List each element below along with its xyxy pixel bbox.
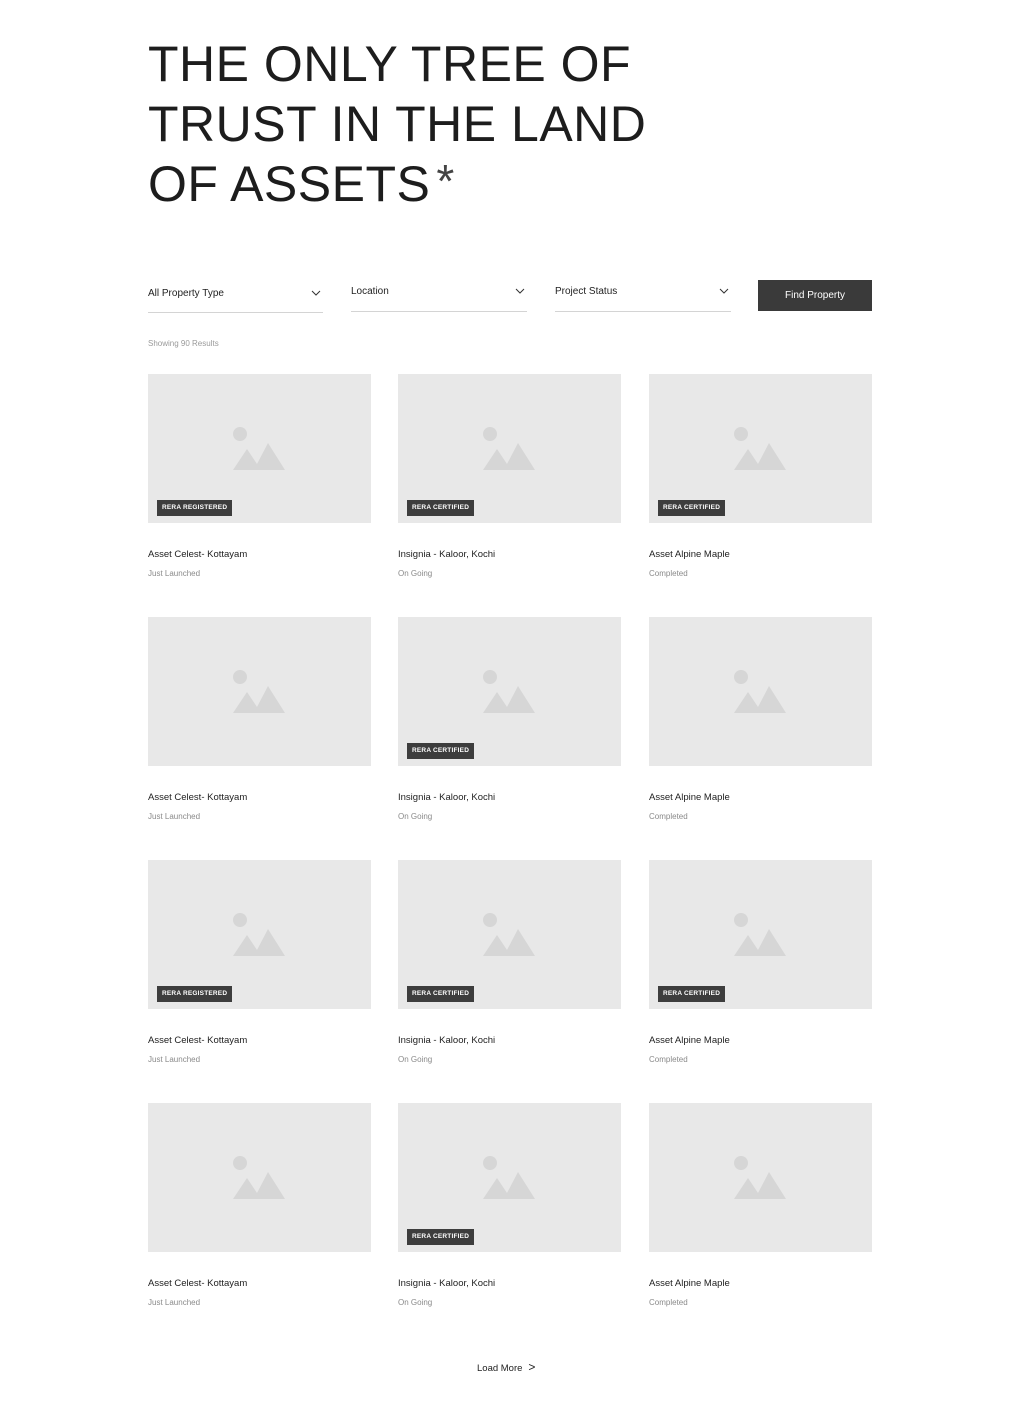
- listing-image-placeholder[interactable]: RERA REGISTERED: [148, 860, 371, 1009]
- load-more-label: Load More: [477, 1363, 523, 1374]
- image-placeholder-icon: [734, 1156, 786, 1199]
- listing-image-placeholder[interactable]: RERA CERTIFIED: [398, 374, 621, 523]
- listing-card[interactable]: RERA CERTIFIED Insignia - Kaloor, Kochi On…: [398, 860, 621, 1064]
- listing-title[interactable]: Insignia - Kaloor, Kochi: [398, 1278, 495, 1289]
- image-placeholder-icon: [734, 427, 786, 470]
- asterisk-icon: *: [436, 155, 455, 207]
- project-status-select[interactable]: Project Status: [555, 280, 731, 312]
- listing-status: On Going: [398, 812, 433, 821]
- project-status-value: Project Status: [555, 286, 618, 297]
- listing-card[interactable]: RERA REGISTERED Asset Celest- Kottayam Jus…: [148, 374, 371, 578]
- rera-badge: RERA CERTIFIED: [658, 986, 726, 1002]
- listing-status: On Going: [398, 1055, 433, 1064]
- image-placeholder-icon: [483, 913, 535, 956]
- listing-status: Completed: [649, 812, 688, 821]
- listing-card[interactable]: Asset Celest- Kottayam Just Launched: [148, 1103, 371, 1307]
- image-placeholder-icon: [233, 1156, 285, 1199]
- listing-image-placeholder[interactable]: RERA CERTIFIED: [649, 860, 872, 1009]
- listing-image-placeholder[interactable]: RERA CERTIFIED: [398, 860, 621, 1009]
- listing-card[interactable]: Asset Alpine Maple Completed: [649, 617, 872, 821]
- listing-image-placeholder[interactable]: [649, 1103, 872, 1252]
- location-select[interactable]: Location: [351, 280, 527, 312]
- listing-status: Completed: [649, 1055, 688, 1064]
- listing-card[interactable]: Asset Alpine Maple Completed: [649, 1103, 872, 1307]
- hero-heading: THE ONLY TREE OF TRUST IN THE LAND OF AS…: [148, 34, 646, 215]
- listing-title[interactable]: Asset Alpine Maple: [649, 549, 730, 560]
- listing-status: On Going: [398, 569, 433, 578]
- chevron-right-icon: >: [528, 1360, 536, 1374]
- listing-image-placeholder[interactable]: [649, 617, 872, 766]
- rera-badge: RERA CERTIFIED: [407, 743, 475, 759]
- property-type-select[interactable]: All Property Type: [148, 280, 323, 313]
- hero-line-3: OF ASSETS *: [148, 154, 646, 215]
- chevron-down-icon: [719, 288, 729, 294]
- listing-image-placeholder[interactable]: [148, 1103, 371, 1252]
- image-placeholder-icon: [233, 670, 285, 713]
- listing-image-placeholder[interactable]: RERA CERTIFIED: [398, 1103, 621, 1252]
- rera-badge: RERA REGISTERED: [157, 986, 233, 1002]
- listing-status: Completed: [649, 569, 688, 578]
- chevron-down-icon: [311, 290, 321, 296]
- find-property-button[interactable]: Find Property: [758, 280, 872, 311]
- listing-title[interactable]: Asset Alpine Maple: [649, 792, 730, 803]
- rera-badge: RERA CERTIFIED: [407, 1229, 475, 1245]
- listing-card[interactable]: RERA CERTIFIED Insignia - Kaloor, Kochi On…: [398, 617, 621, 821]
- hero-line-2: TRUST IN THE LAND: [148, 96, 647, 152]
- listing-title[interactable]: Asset Celest- Kottayam: [148, 1278, 247, 1289]
- listing-card[interactable]: RERA CERTIFIED Asset Alpine Maple Complete…: [649, 374, 872, 578]
- image-placeholder-icon: [734, 913, 786, 956]
- image-placeholder-icon: [483, 670, 535, 713]
- chevron-down-icon: [515, 288, 525, 294]
- listing-image-placeholder[interactable]: [148, 617, 371, 766]
- listing-card[interactable]: RERA CERTIFIED Asset Alpine Maple Complete…: [649, 860, 872, 1064]
- image-placeholder-icon: [483, 427, 535, 470]
- listing-status: On Going: [398, 1298, 433, 1307]
- rera-badge: RERA CERTIFIED: [407, 500, 475, 516]
- location-value: Location: [351, 286, 389, 297]
- listing-title[interactable]: Asset Alpine Maple: [649, 1035, 730, 1046]
- image-placeholder-icon: [233, 427, 285, 470]
- listing-title[interactable]: Insignia - Kaloor, Kochi: [398, 549, 495, 560]
- property-type-value: All Property Type: [148, 288, 224, 299]
- listing-status: Just Launched: [148, 812, 201, 821]
- load-more-button[interactable]: Load More >: [477, 1360, 535, 1374]
- rera-badge: RERA CERTIFIED: [658, 500, 726, 516]
- listing-card[interactable]: RERA CERTIFIED Insignia - Kaloor, Kochi On…: [398, 374, 621, 578]
- listing-title[interactable]: Insignia - Kaloor, Kochi: [398, 1035, 495, 1046]
- listing-card[interactable]: Asset Celest- Kottayam Just Launched: [148, 617, 371, 821]
- hero-line-3-text: OF ASSETS: [148, 156, 431, 212]
- listing-status: Completed: [649, 1298, 688, 1307]
- listing-title[interactable]: Insignia - Kaloor, Kochi: [398, 792, 495, 803]
- image-placeholder-icon: [233, 913, 285, 956]
- listing-title[interactable]: Asset Celest- Kottayam: [148, 792, 247, 803]
- listing-title[interactable]: Asset Celest- Kottayam: [148, 549, 247, 560]
- rera-badge: RERA REGISTERED: [157, 500, 233, 516]
- listing-image-placeholder[interactable]: RERA REGISTERED: [148, 374, 371, 523]
- listing-card[interactable]: RERA CERTIFIED Insignia - Kaloor, Kochi On…: [398, 1103, 621, 1307]
- listing-status: Just Launched: [148, 1298, 201, 1307]
- hero-line-1: THE ONLY TREE OF: [148, 36, 632, 92]
- rera-badge: RERA CERTIFIED: [407, 986, 475, 1002]
- listing-status: Just Launched: [148, 569, 201, 578]
- listing-title[interactable]: Asset Celest- Kottayam: [148, 1035, 247, 1046]
- image-placeholder-icon: [734, 670, 786, 713]
- image-placeholder-icon: [483, 1156, 535, 1199]
- listing-card[interactable]: RERA REGISTERED Asset Celest- Kottayam Jus…: [148, 860, 371, 1064]
- filter-bar: All Property Type Location Project Statu…: [148, 280, 872, 313]
- listing-image-placeholder[interactable]: RERA CERTIFIED: [649, 374, 872, 523]
- listing-status: Just Launched: [148, 1055, 201, 1064]
- listing-title[interactable]: Asset Alpine Maple: [649, 1278, 730, 1289]
- listing-image-placeholder[interactable]: RERA CERTIFIED: [398, 617, 621, 766]
- results-count: Showing 90 Results: [148, 339, 219, 348]
